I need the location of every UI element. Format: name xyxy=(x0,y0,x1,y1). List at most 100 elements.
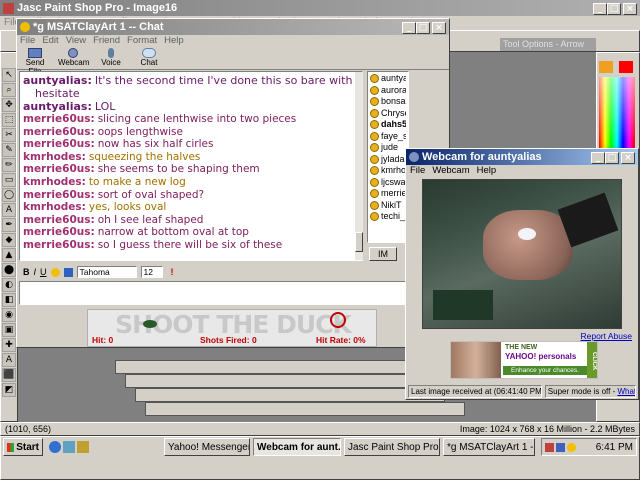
webcam-menu-help[interactable]: Help xyxy=(477,165,497,176)
color-icon[interactable] xyxy=(63,267,73,277)
buddy-name: Chryse xyxy=(381,107,406,118)
send-file-button[interactable]: Send File xyxy=(20,48,50,76)
report-abuse-link[interactable]: Report Abuse xyxy=(580,331,632,341)
chat-menu-friend[interactable]: Friend xyxy=(93,35,120,46)
outlook-icon[interactable] xyxy=(77,441,89,453)
chat-scrollbar[interactable] xyxy=(355,72,363,260)
start-label: Start xyxy=(16,441,39,453)
whats-this-link[interactable]: What's this? xyxy=(617,387,635,396)
buddy-list-item[interactable]: jude xyxy=(370,142,406,154)
webcam-titlebar[interactable]: Webcam for auntyalias _ □ × xyxy=(406,149,638,165)
chat-maximize-button[interactable]: □ xyxy=(416,21,430,34)
chat-menu-edit[interactable]: Edit xyxy=(42,35,58,46)
image-info: Image: 1024 x 768 x 16 Million - 2.2 MBy… xyxy=(459,424,635,434)
font-select[interactable]: Tahoma xyxy=(76,266,137,278)
chat-message: auntyalias: LOL xyxy=(23,100,359,113)
buddy-name: ljcswartz xyxy=(381,176,406,187)
buddy-list-item[interactable]: Chryse xyxy=(370,108,406,120)
chat-message: merrie60us: so I guess there will be six … xyxy=(23,239,359,252)
scroll-thumb[interactable] xyxy=(355,232,363,252)
message-sender: merrie60us: xyxy=(23,125,95,138)
buddy-smiley-icon xyxy=(370,166,379,176)
buddy-smiley-icon xyxy=(370,154,379,164)
underline-button[interactable]: U xyxy=(40,267,47,277)
chat-title: *g MSATClayArt 1 -- Chat xyxy=(33,21,164,33)
size-select[interactable]: 12 xyxy=(140,266,163,278)
chat-menu-help[interactable]: Help xyxy=(164,35,184,46)
chat-button[interactable]: Chat xyxy=(134,48,164,69)
start-button[interactable]: Start xyxy=(3,438,43,456)
task-yahoo-messenger[interactable]: Yahoo! Messenger xyxy=(164,438,250,456)
buddy-name: dahs512 xyxy=(381,119,406,129)
chat-message: merrie60us: she seems to be shaping them xyxy=(23,163,359,176)
chat-history[interactable]: auntyalias: It's the second time I've don… xyxy=(19,71,363,261)
chat-message: merrie60us: narrow at bottom oval at top xyxy=(23,226,359,239)
buddy-list-item[interactable]: techi_mo xyxy=(370,211,406,223)
message-text: squeezing the halves xyxy=(88,150,201,163)
tray-icon[interactable] xyxy=(567,442,576,452)
chat-label: Chat xyxy=(140,58,158,67)
buddy-list-item[interactable]: jyladams xyxy=(370,154,406,166)
system-tray: 6:41 PM xyxy=(541,438,637,456)
buddy-list-item[interactable]: auntyalias xyxy=(370,73,406,85)
microphone-icon xyxy=(108,48,114,58)
message-input[interactable] xyxy=(19,281,411,305)
buddy-list-item[interactable]: dahs512 xyxy=(370,119,406,131)
buddy-smiley-icon xyxy=(370,189,379,199)
webcam-window: Webcam for auntyalias _ □ × File Webcam Help… xyxy=(405,148,639,400)
task-webcam[interactable]: Webcam for aunt... xyxy=(253,438,341,456)
hits-count: Hit: 0 xyxy=(92,335,114,345)
tray-icon[interactable] xyxy=(556,442,565,452)
buddy-list-item[interactable]: NikiT xyxy=(370,200,406,212)
ie-icon[interactable] xyxy=(49,441,61,453)
chat-menu-view[interactable]: View xyxy=(66,35,86,46)
webcam-maximize-button[interactable]: □ xyxy=(605,151,619,164)
shoot-the-duck-banner[interactable]: SHOOT THE DUCK Hit: 0 Shots Fired: 0 Hit… xyxy=(87,309,377,347)
buddy-list-item[interactable]: aurorajv xyxy=(370,85,406,97)
italic-button[interactable]: I xyxy=(34,267,37,277)
buddy-list-item[interactable]: kmrhodes xyxy=(370,165,406,177)
message-text: oops lengthwise xyxy=(97,125,183,138)
buddy-list-item[interactable]: bonsaikathy xyxy=(370,96,406,108)
smiley-icon xyxy=(20,22,30,32)
voice-button[interactable]: Voice xyxy=(96,48,126,69)
chat-message: merrie60us: oops lengthwise xyxy=(23,126,359,139)
buddy-name: jyladams xyxy=(381,153,406,164)
chat-menu-file[interactable]: File xyxy=(20,35,35,46)
message-text: hesitate xyxy=(35,87,80,100)
im-button[interactable]: IM xyxy=(369,247,397,261)
yahoo-personals-ad[interactable]: THE NEW YAHOO! personals Enhance your ch… xyxy=(450,341,598,379)
buddy-smiley-icon xyxy=(370,200,379,210)
webcam-button[interactable]: Webcam xyxy=(58,48,89,69)
clock: 6:41 PM xyxy=(595,441,633,453)
bold-button[interactable]: B xyxy=(23,267,30,277)
buddy-list-item[interactable]: merrie60 xyxy=(370,188,406,200)
webcam-close-button[interactable]: × xyxy=(621,151,635,164)
message-text: It's the second time I've done this so b… xyxy=(94,74,359,87)
tray-icon[interactable] xyxy=(545,442,554,452)
task-chat[interactable]: *g MSATClayArt 1 -... xyxy=(443,438,535,456)
webcam-minimize-button[interactable]: _ xyxy=(591,151,605,164)
webcam-statusbar: Last image received at (06:41:40 PM) Sup… xyxy=(408,385,636,398)
chat-minimize-button[interactable]: _ xyxy=(402,21,416,34)
webcam-menu-webcam[interactable]: Webcam xyxy=(432,165,469,176)
message-text: sort of oval shaped? xyxy=(97,188,205,201)
buddy-list[interactable]: auntyaliasaurorajvbonsaikathyChrysedahs5… xyxy=(367,71,409,243)
buddy-name: jude xyxy=(381,142,399,152)
emoticon-icon[interactable] xyxy=(50,267,60,277)
chat-titlebar[interactable]: *g MSATClayArt 1 -- Chat _ □ × xyxy=(17,19,449,35)
super-mode-status: Super mode is off - What's this? xyxy=(544,385,636,398)
desktop-icon[interactable] xyxy=(63,441,75,453)
buddy-list-item[interactable]: faye_shelton xyxy=(370,131,406,143)
psp-statusbar: (1010, 656) Image: 1024 x 768 x 16 Milli… xyxy=(0,422,640,436)
message-text: slicing cane lenthwise into two pieces xyxy=(97,113,297,125)
chat-close-button[interactable]: × xyxy=(432,21,446,34)
task-paint-shop-pro[interactable]: Jasc Paint Shop Pro - ... xyxy=(344,438,440,456)
cursor-position: (1010, 656) xyxy=(5,424,52,434)
message-text: now has six half cirles xyxy=(97,138,214,151)
buddy-list-item[interactable]: ljcswartz xyxy=(370,177,406,189)
chat-message: merrie60us: oh I see leaf shaped xyxy=(23,214,359,227)
webcam-menu-file[interactable]: File xyxy=(410,165,425,176)
alert-icon[interactable]: ! xyxy=(171,267,174,277)
chat-menu-format[interactable]: Format xyxy=(127,35,157,46)
